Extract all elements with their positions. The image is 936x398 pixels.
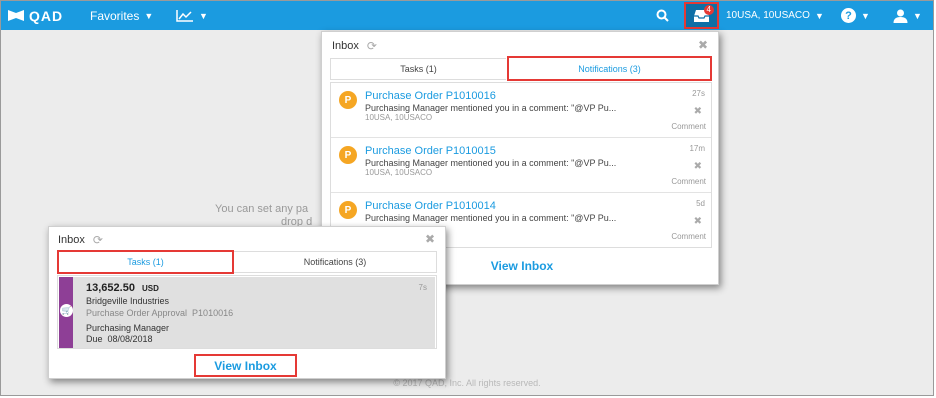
background-hint-text: You can set any pa	[215, 203, 309, 215]
tab-tasks[interactable]: Tasks (1)	[330, 58, 506, 80]
notification-time: 5d	[696, 199, 705, 208]
task-time: 7s	[418, 283, 427, 292]
tab-notifications[interactable]: Notifications (3)	[234, 251, 437, 273]
qad-logo-icon	[8, 10, 24, 21]
task-amount: 13,652.50 USD	[86, 282, 159, 294]
tab-tasks-label: Tasks (1)	[400, 64, 437, 74]
notification-count-badge: 4	[703, 5, 714, 15]
tab-notifications-label: Notifications (3)	[578, 63, 641, 74]
inbox-panel-header: Inbox ⟳	[58, 233, 103, 247]
analytics-menu[interactable]: ▼	[176, 1, 208, 30]
task-company: Bridgeville Industries	[86, 296, 170, 306]
help-menu[interactable]: ? ▼	[841, 1, 870, 30]
avatar: P	[339, 146, 357, 164]
favorites-label: Favorites	[90, 8, 140, 23]
notification-time: 27s	[692, 89, 705, 98]
notification-message: Purchasing Manager mentioned you in a co…	[365, 103, 617, 113]
favorites-menu[interactable]: Favorites ▼	[90, 1, 153, 30]
view-inbox-label: View Inbox	[214, 358, 277, 373]
dismiss-icon[interactable]: ✖	[694, 216, 702, 227]
view-inbox-label: View Inbox	[490, 259, 554, 273]
tab-tasks-label: Tasks (1)	[127, 257, 164, 267]
refresh-icon[interactable]: ⟳	[367, 39, 377, 53]
logo-text: QAD	[29, 7, 64, 24]
task-description: Purchase Order Approval P1010016	[86, 308, 234, 318]
notification-item[interactable]: P Purchase Order P1010015 Purchasing Man…	[331, 138, 711, 193]
user-icon	[893, 9, 908, 23]
notification-domain: 10USA, 10USACO	[365, 168, 433, 177]
notification-title[interactable]: Purchase Order P1010014	[365, 200, 496, 212]
chevron-down-icon: ▼	[861, 10, 870, 21]
help-icon: ?	[841, 8, 856, 23]
inbox-button[interactable]: 4	[684, 2, 719, 29]
notification-time: 17m	[689, 144, 705, 153]
chevron-down-icon: ▼	[913, 10, 922, 21]
inbox-panel-header: Inbox ⟳	[332, 39, 377, 53]
close-icon[interactable]: ✖	[425, 232, 435, 246]
notification-list: P Purchase Order P1010016 Purchasing Man…	[330, 82, 712, 248]
task-list: 🛒 13,652.50 USD Bridgeville Industries P…	[57, 275, 437, 349]
close-icon[interactable]: ✖	[698, 38, 708, 52]
task-category-bar: 🛒	[59, 277, 73, 348]
avatar: P	[339, 201, 357, 219]
task-role: Purchasing Manager	[86, 323, 170, 333]
notification-domain: 10USA, 10USACO	[365, 113, 433, 122]
top-navigation-bar: QAD Favorites ▼ ▼ 4 10USA, 10USACO ▼ ? ▼…	[1, 1, 933, 30]
notification-comment-link[interactable]: Comment	[671, 177, 706, 186]
notification-title[interactable]: Purchase Order P1010016	[365, 90, 496, 102]
inbox-title: Inbox	[58, 234, 85, 246]
tab-tasks[interactable]: Tasks (1)	[57, 250, 234, 274]
user-menu[interactable]: ▼	[893, 1, 922, 30]
refresh-icon[interactable]: ⟳	[93, 233, 103, 247]
task-currency: USD	[142, 284, 159, 293]
chevron-down-icon: ▼	[144, 10, 154, 21]
tab-notifications-label: Notifications (3)	[303, 257, 367, 267]
task-amount-value: 13,652.50	[86, 282, 135, 294]
notification-message: Purchasing Manager mentioned you in a co…	[365, 158, 617, 168]
avatar: P	[339, 91, 357, 109]
notification-item[interactable]: P Purchase Order P1010016 Purchasing Man…	[331, 83, 711, 138]
chevron-down-icon: ▼	[814, 10, 824, 21]
notification-message: Purchasing Manager mentioned you in a co…	[365, 213, 617, 223]
shopping-cart-icon: 🛒	[60, 304, 73, 317]
copyright-footer: © 2017 QAD, Inc. All rights reserved.	[393, 378, 541, 388]
dismiss-icon[interactable]: ✖	[694, 161, 702, 172]
task-item[interactable]: 🛒 13,652.50 USD Bridgeville Industries P…	[59, 277, 435, 348]
search-button[interactable]	[656, 1, 669, 30]
chart-line-icon	[176, 10, 193, 22]
task-due-date: Due 08/08/2018	[86, 334, 153, 344]
chevron-down-icon: ▼	[199, 10, 208, 21]
view-inbox-link[interactable]: View Inbox	[194, 354, 297, 377]
app-window: QAD Favorites ▼ ▼ 4 10USA, 10USACO ▼ ? ▼…	[0, 0, 934, 396]
domain-label: 10USA, 10USACO	[726, 10, 810, 21]
view-inbox-link[interactable]: View Inbox	[462, 256, 582, 276]
notification-title[interactable]: Purchase Order P1010015	[365, 145, 496, 157]
inbox-title: Inbox	[332, 40, 359, 52]
notification-comment-link[interactable]: Comment	[671, 232, 706, 241]
dismiss-icon[interactable]: ✖	[694, 106, 702, 117]
search-icon	[656, 9, 669, 22]
notification-comment-link[interactable]: Comment	[671, 122, 706, 131]
tab-notifications[interactable]: Notifications (3)	[507, 56, 712, 81]
inbox-panel-tasks: Inbox ⟳ ✖ Tasks (1) Notifications (3) 🛒 …	[48, 226, 446, 379]
qad-logo[interactable]: QAD	[7, 1, 63, 30]
domain-selector[interactable]: 10USA, 10USACO ▼	[726, 1, 824, 30]
